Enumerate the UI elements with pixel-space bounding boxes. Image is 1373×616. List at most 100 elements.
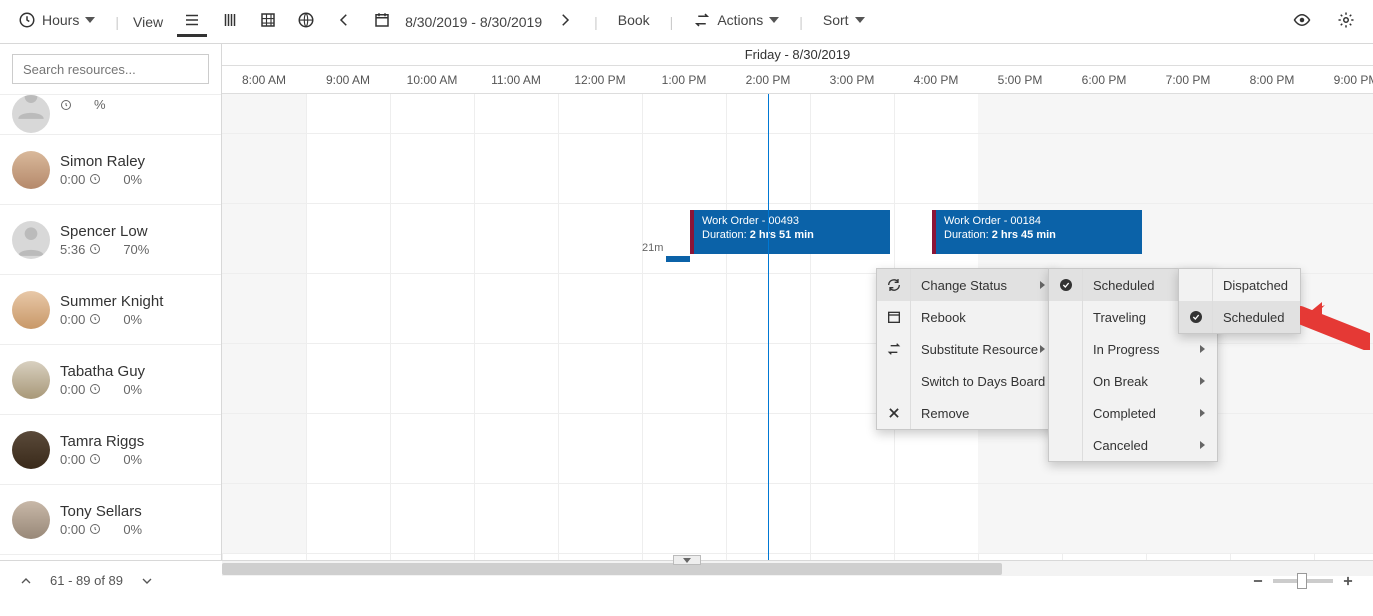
travel-bar bbox=[666, 256, 690, 262]
resource-time: 0:00 bbox=[60, 522, 85, 537]
search-input[interactable] bbox=[21, 61, 201, 78]
time-slot: 10:00 AM bbox=[390, 66, 474, 93]
view-grid-button[interactable] bbox=[253, 7, 283, 37]
off-hours bbox=[978, 94, 1373, 133]
resource-row[interactable]: % bbox=[0, 95, 221, 135]
clock-icon bbox=[89, 453, 101, 465]
settings-button[interactable] bbox=[1331, 7, 1361, 37]
chevron-up-icon[interactable] bbox=[18, 573, 34, 589]
resource-time: 0:00 bbox=[60, 382, 85, 397]
caret-down-icon bbox=[769, 17, 779, 23]
menu-switch-board[interactable]: Switch to Days Board bbox=[877, 365, 1057, 397]
zoom-slider[interactable] bbox=[1273, 579, 1333, 583]
clock-icon bbox=[89, 173, 101, 185]
off-hours bbox=[222, 134, 306, 203]
booking[interactable]: Work Order - 00184 Duration: 2 hrs 45 mi… bbox=[932, 210, 1142, 254]
visibility-button[interactable] bbox=[1287, 7, 1317, 37]
clock-icon bbox=[89, 383, 101, 395]
off-hours bbox=[222, 414, 306, 483]
menu-label: Change Status bbox=[921, 278, 1007, 293]
booking-duration-value: 2 hrs 45 min bbox=[992, 229, 1056, 241]
menu-label: Rebook bbox=[921, 310, 966, 325]
date-header: Friday - 8/30/2019 bbox=[222, 44, 1373, 66]
menu-label: Scheduled bbox=[1093, 278, 1154, 293]
resource-row[interactable]: Spencer Low 5:36 70% bbox=[0, 205, 221, 275]
check-circle-icon bbox=[1188, 309, 1204, 325]
off-hours bbox=[222, 344, 306, 413]
hours-dropdown[interactable]: Hours bbox=[12, 7, 101, 37]
grid-row[interactable] bbox=[222, 94, 1373, 134]
substatus-dispatched[interactable]: Dispatched bbox=[1179, 269, 1300, 301]
resource-time: 0:00 bbox=[60, 312, 85, 327]
resource-row[interactable]: Tony Sellars 0:00 0% bbox=[0, 485, 221, 555]
time-slot: 2:00 PM bbox=[726, 66, 810, 93]
off-hours bbox=[978, 484, 1373, 553]
prev-button[interactable] bbox=[329, 7, 359, 37]
resource-row[interactable]: Tabatha Guy 0:00 0% bbox=[0, 345, 221, 415]
off-hours bbox=[978, 134, 1373, 203]
chevron-right-icon bbox=[1200, 377, 1205, 385]
status-completed[interactable]: Completed bbox=[1049, 397, 1217, 429]
view-list-button[interactable] bbox=[177, 7, 207, 37]
globe-icon bbox=[297, 11, 315, 29]
time-slot: 5:00 PM bbox=[978, 66, 1062, 93]
splitter-handle[interactable] bbox=[673, 555, 701, 565]
separator: | bbox=[115, 14, 119, 30]
separator: | bbox=[594, 14, 598, 30]
zoom-out-icon[interactable] bbox=[1251, 574, 1265, 588]
avatar bbox=[12, 291, 50, 329]
booking-duration-value: 2 hrs 51 min bbox=[750, 229, 814, 241]
next-button[interactable] bbox=[550, 7, 580, 37]
sort-dropdown[interactable]: Sort bbox=[817, 7, 871, 37]
status-submenu-2: Dispatched Scheduled bbox=[1178, 268, 1301, 334]
zoom-in-icon[interactable] bbox=[1341, 574, 1355, 588]
substatus-scheduled[interactable]: Scheduled bbox=[1179, 301, 1300, 333]
swap-icon bbox=[886, 341, 902, 357]
status-canceled[interactable]: Canceled bbox=[1049, 429, 1217, 461]
resource-row[interactable]: Tamra Riggs 0:00 0% bbox=[0, 415, 221, 485]
actions-label: Actions bbox=[717, 12, 763, 28]
status-on-break[interactable]: On Break bbox=[1049, 365, 1217, 397]
toolbar: Hours | View 8/30/2019 - 8/30/2019 | Boo… bbox=[0, 0, 1373, 44]
menu-label: On Break bbox=[1093, 374, 1148, 389]
off-hours bbox=[222, 94, 306, 133]
book-button[interactable]: Book bbox=[612, 7, 656, 37]
status-in-progress[interactable]: In Progress bbox=[1049, 333, 1217, 365]
view-columns-button[interactable] bbox=[215, 7, 245, 37]
resource-row[interactable]: Summer Knight 0:00 0% bbox=[0, 275, 221, 345]
grid-row[interactable] bbox=[222, 484, 1373, 554]
menu-remove[interactable]: Remove bbox=[877, 397, 1057, 429]
search-box[interactable] bbox=[12, 54, 209, 84]
booking[interactable]: Work Order - 00493 Duration: 2 hrs 51 mi… bbox=[690, 210, 890, 254]
menu-change-status[interactable]: Change Status bbox=[877, 269, 1057, 301]
resource-name: Summer Knight bbox=[60, 293, 209, 310]
chevron-right-icon bbox=[1200, 409, 1205, 417]
swap-icon bbox=[693, 11, 711, 29]
grid-row[interactable]: 21m Work Order - 00493 Duration: 2 hrs 5… bbox=[222, 204, 1373, 274]
check-circle-icon bbox=[1058, 277, 1074, 293]
resource-percent: 0% bbox=[123, 172, 142, 187]
caret-down-icon bbox=[85, 17, 95, 23]
menu-label: Substitute Resource bbox=[921, 342, 1038, 357]
sort-label: Sort bbox=[823, 12, 849, 28]
eye-icon bbox=[1293, 11, 1311, 29]
menu-rebook[interactable]: Rebook bbox=[877, 301, 1057, 333]
menu-substitute[interactable]: Substitute Resource bbox=[877, 333, 1057, 365]
clock-icon bbox=[18, 11, 36, 29]
menu-label: Dispatched bbox=[1223, 278, 1288, 293]
footer: 61 - 89 of 89 bbox=[0, 560, 1373, 600]
time-slot: 11:00 AM bbox=[474, 66, 558, 93]
date-range: 8/30/2019 - 8/30/2019 bbox=[405, 14, 542, 30]
actions-dropdown[interactable]: Actions bbox=[687, 7, 785, 37]
chevron-down-icon[interactable] bbox=[139, 573, 155, 589]
resource-name: Simon Raley bbox=[60, 153, 209, 170]
pagination-range: 61 - 89 of 89 bbox=[50, 573, 123, 588]
time-slot: 12:00 PM bbox=[558, 66, 642, 93]
chevron-right-icon bbox=[1200, 345, 1205, 353]
calendar-button[interactable] bbox=[367, 7, 397, 37]
booking-title: Work Order - 00184 bbox=[944, 214, 1134, 228]
resource-row[interactable]: Simon Raley 0:00 0% bbox=[0, 135, 221, 205]
slider-thumb[interactable] bbox=[1297, 573, 1307, 589]
grid-row[interactable] bbox=[222, 134, 1373, 204]
view-map-button[interactable] bbox=[291, 7, 321, 37]
